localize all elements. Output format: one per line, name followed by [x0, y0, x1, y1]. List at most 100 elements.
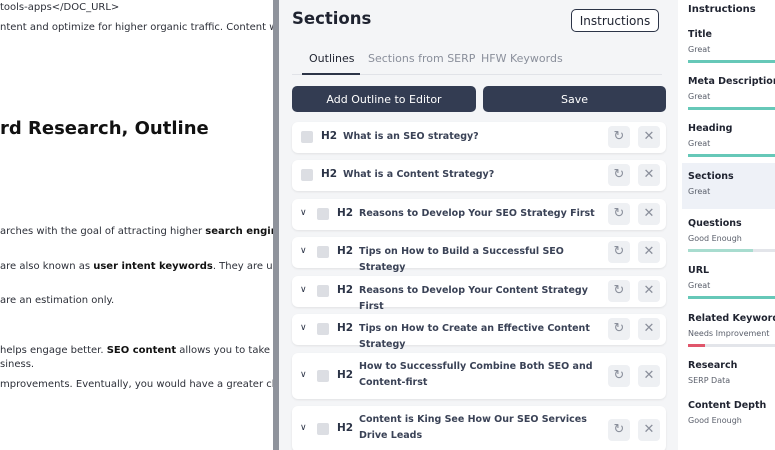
editor-paragraph: are also known as user intent keywords. … — [0, 261, 273, 272]
heading-level-tag: H2 — [321, 168, 338, 180]
editor-paragraph: helps engage better. SEO content allows … — [0, 345, 271, 356]
sidebar-item-label: Content Depth — [688, 400, 767, 411]
chevron-down-icon[interactable]: ∨ — [300, 370, 307, 380]
sidebar-item-sections[interactable]: Sections Great — [682, 163, 775, 209]
section-checkbox[interactable] — [317, 323, 329, 335]
tab-sections-from-serp[interactable]: Sections from SERP — [368, 52, 475, 65]
section-card[interactable]: ∨ H2 Tips on How to Build a Successful S… — [292, 237, 666, 273]
score-bar — [688, 249, 753, 252]
sidebar-item-label: Heading — [688, 123, 733, 134]
sidebar-item-meta-description[interactable]: Meta Description Great — [682, 68, 775, 114]
sidebar-item-title[interactable]: Title Great — [682, 21, 775, 67]
refresh-icon[interactable]: ↻ — [608, 419, 630, 441]
sidebar-item-status: Great — [688, 45, 711, 54]
sidebar-item-status: SERP Data — [688, 376, 731, 385]
instructions-button[interactable]: Instructions — [571, 9, 659, 32]
refresh-icon[interactable]: ↻ — [608, 365, 630, 387]
chevron-down-icon[interactable]: ∨ — [300, 285, 307, 295]
section-title: How to Successfully Combine Both SEO and… — [359, 361, 593, 388]
sidebar-item-related-keywords[interactable]: Related Keywords Needs Improvement — [682, 305, 775, 351]
section-card[interactable]: ∨ H2 Content is King See How Our SEO Ser… — [292, 406, 666, 450]
sidebar-item-heading[interactable]: Heading Great — [682, 115, 775, 161]
chevron-down-icon[interactable]: ∨ — [300, 246, 307, 256]
chevron-down-icon[interactable]: ∨ — [300, 208, 307, 218]
score-bar — [688, 60, 775, 63]
refresh-icon[interactable]: ↻ — [608, 164, 630, 186]
section-checkbox[interactable] — [301, 169, 313, 181]
editor-paragraph: arches with the goal of attracting highe… — [0, 226, 273, 237]
heading-level-tag: H2 — [337, 369, 354, 381]
heading-level-tag: H2 — [337, 207, 354, 219]
close-icon[interactable]: ✕ — [638, 241, 660, 263]
score-bar — [688, 344, 705, 347]
section-card[interactable]: H2 What is an SEO strategy? ↻ ✕ — [292, 122, 666, 153]
heading-level-tag: H2 — [337, 422, 354, 434]
chevron-down-icon[interactable]: ∨ — [300, 323, 307, 333]
close-icon[interactable]: ✕ — [638, 318, 660, 340]
section-title: What is an SEO strategy? — [343, 131, 479, 142]
heading-level-tag: H2 — [337, 322, 354, 334]
active-tab-indicator — [302, 73, 360, 75]
section-card[interactable]: H2 What is a Content Strategy? ↻ ✕ — [292, 160, 666, 191]
tab-bar: Outlines Sections from SERP HFW Keywords — [292, 48, 662, 75]
instructions-sidebar: Instructions Title Great Meta Descriptio… — [678, 0, 775, 450]
sidebar-item-label: Related Keywords — [688, 313, 775, 324]
score-bar — [688, 154, 775, 157]
section-checkbox[interactable] — [301, 131, 313, 143]
close-icon[interactable]: ✕ — [638, 280, 660, 302]
sidebar-item-status: Great — [688, 139, 711, 148]
section-title: Tips on How to Create an Effective Conte… — [359, 323, 590, 350]
sidebar-item-label: Research — [688, 360, 738, 371]
sidebar-item-label: Meta Description — [688, 76, 775, 87]
chevron-down-icon[interactable]: ∨ — [300, 423, 307, 433]
tab-hfw-keywords[interactable]: HFW Keywords — [481, 52, 563, 65]
tab-outlines[interactable]: Outlines — [309, 52, 355, 65]
document-editor[interactable]: tools-apps</DOC_URL> ntent and optimize … — [0, 0, 273, 450]
section-card[interactable]: ∨ H2 Reasons to Develop Your Content Str… — [292, 276, 666, 312]
close-icon[interactable]: ✕ — [638, 126, 660, 148]
section-checkbox[interactable] — [317, 285, 329, 297]
sidebar-item-status: Great — [688, 281, 711, 290]
sidebar-item-status: Good Enough — [688, 234, 742, 243]
sidebar-item-label: URL — [688, 265, 710, 276]
refresh-icon[interactable]: ↻ — [608, 203, 630, 225]
sidebar-item-content-depth[interactable]: Content Depth Good Enough — [682, 392, 775, 438]
refresh-icon[interactable]: ↻ — [608, 318, 630, 340]
heading-level-tag: H2 — [337, 284, 354, 296]
section-title: Content is King See How Our SEO Services… — [359, 414, 587, 441]
section-card[interactable]: ∨ H2 Reasons to Develop Your SEO Strateg… — [292, 199, 666, 230]
section-title: Reasons to Develop Your SEO Strategy Fir… — [359, 208, 595, 219]
sidebar-item-questions[interactable]: Questions Good Enough — [682, 210, 775, 256]
editor-paragraph: are an estimation only. — [0, 295, 115, 306]
editor-heading: rd Research, Outline — [0, 118, 209, 139]
sidebar-title: Instructions — [688, 4, 756, 15]
score-bar — [688, 296, 775, 299]
add-outline-to-editor-button[interactable]: Add Outline to Editor — [292, 86, 476, 112]
section-title: Tips on How to Build a Successful SEO St… — [359, 246, 564, 273]
close-icon[interactable]: ✕ — [638, 164, 660, 186]
section-checkbox[interactable] — [317, 208, 329, 220]
section-title: Reasons to Develop Your Content Strategy… — [359, 285, 588, 312]
editor-line: ntent and optimize for higher organic tr… — [0, 22, 273, 33]
refresh-icon[interactable]: ↻ — [608, 280, 630, 302]
section-title: What is a Content Strategy? — [343, 169, 495, 180]
refresh-icon[interactable]: ↻ — [608, 241, 630, 263]
section-checkbox[interactable] — [317, 370, 329, 382]
sidebar-item-label: Questions — [688, 218, 742, 229]
section-card[interactable]: ∨ H2 How to Successfully Combine Both SE… — [292, 353, 666, 399]
save-button[interactable]: Save — [483, 86, 666, 112]
panel-title: Sections — [292, 9, 372, 28]
section-card[interactable]: ∨ H2 Tips on How to Create an Effective … — [292, 314, 666, 350]
sidebar-item-url[interactable]: URL Great — [682, 257, 775, 303]
close-icon[interactable]: ✕ — [638, 419, 660, 441]
section-checkbox[interactable] — [317, 423, 329, 435]
heading-level-tag: H2 — [321, 130, 338, 142]
sidebar-item-status: Great — [688, 92, 711, 101]
close-icon[interactable]: ✕ — [638, 365, 660, 387]
refresh-icon[interactable]: ↻ — [608, 126, 630, 148]
sidebar-item-status: Needs Improvement — [688, 329, 770, 338]
close-icon[interactable]: ✕ — [638, 203, 660, 225]
sidebar-item-label: Sections — [688, 171, 734, 182]
editor-paragraph: mprovements. Eventually, you would have … — [0, 379, 273, 390]
section-checkbox[interactable] — [317, 246, 329, 258]
